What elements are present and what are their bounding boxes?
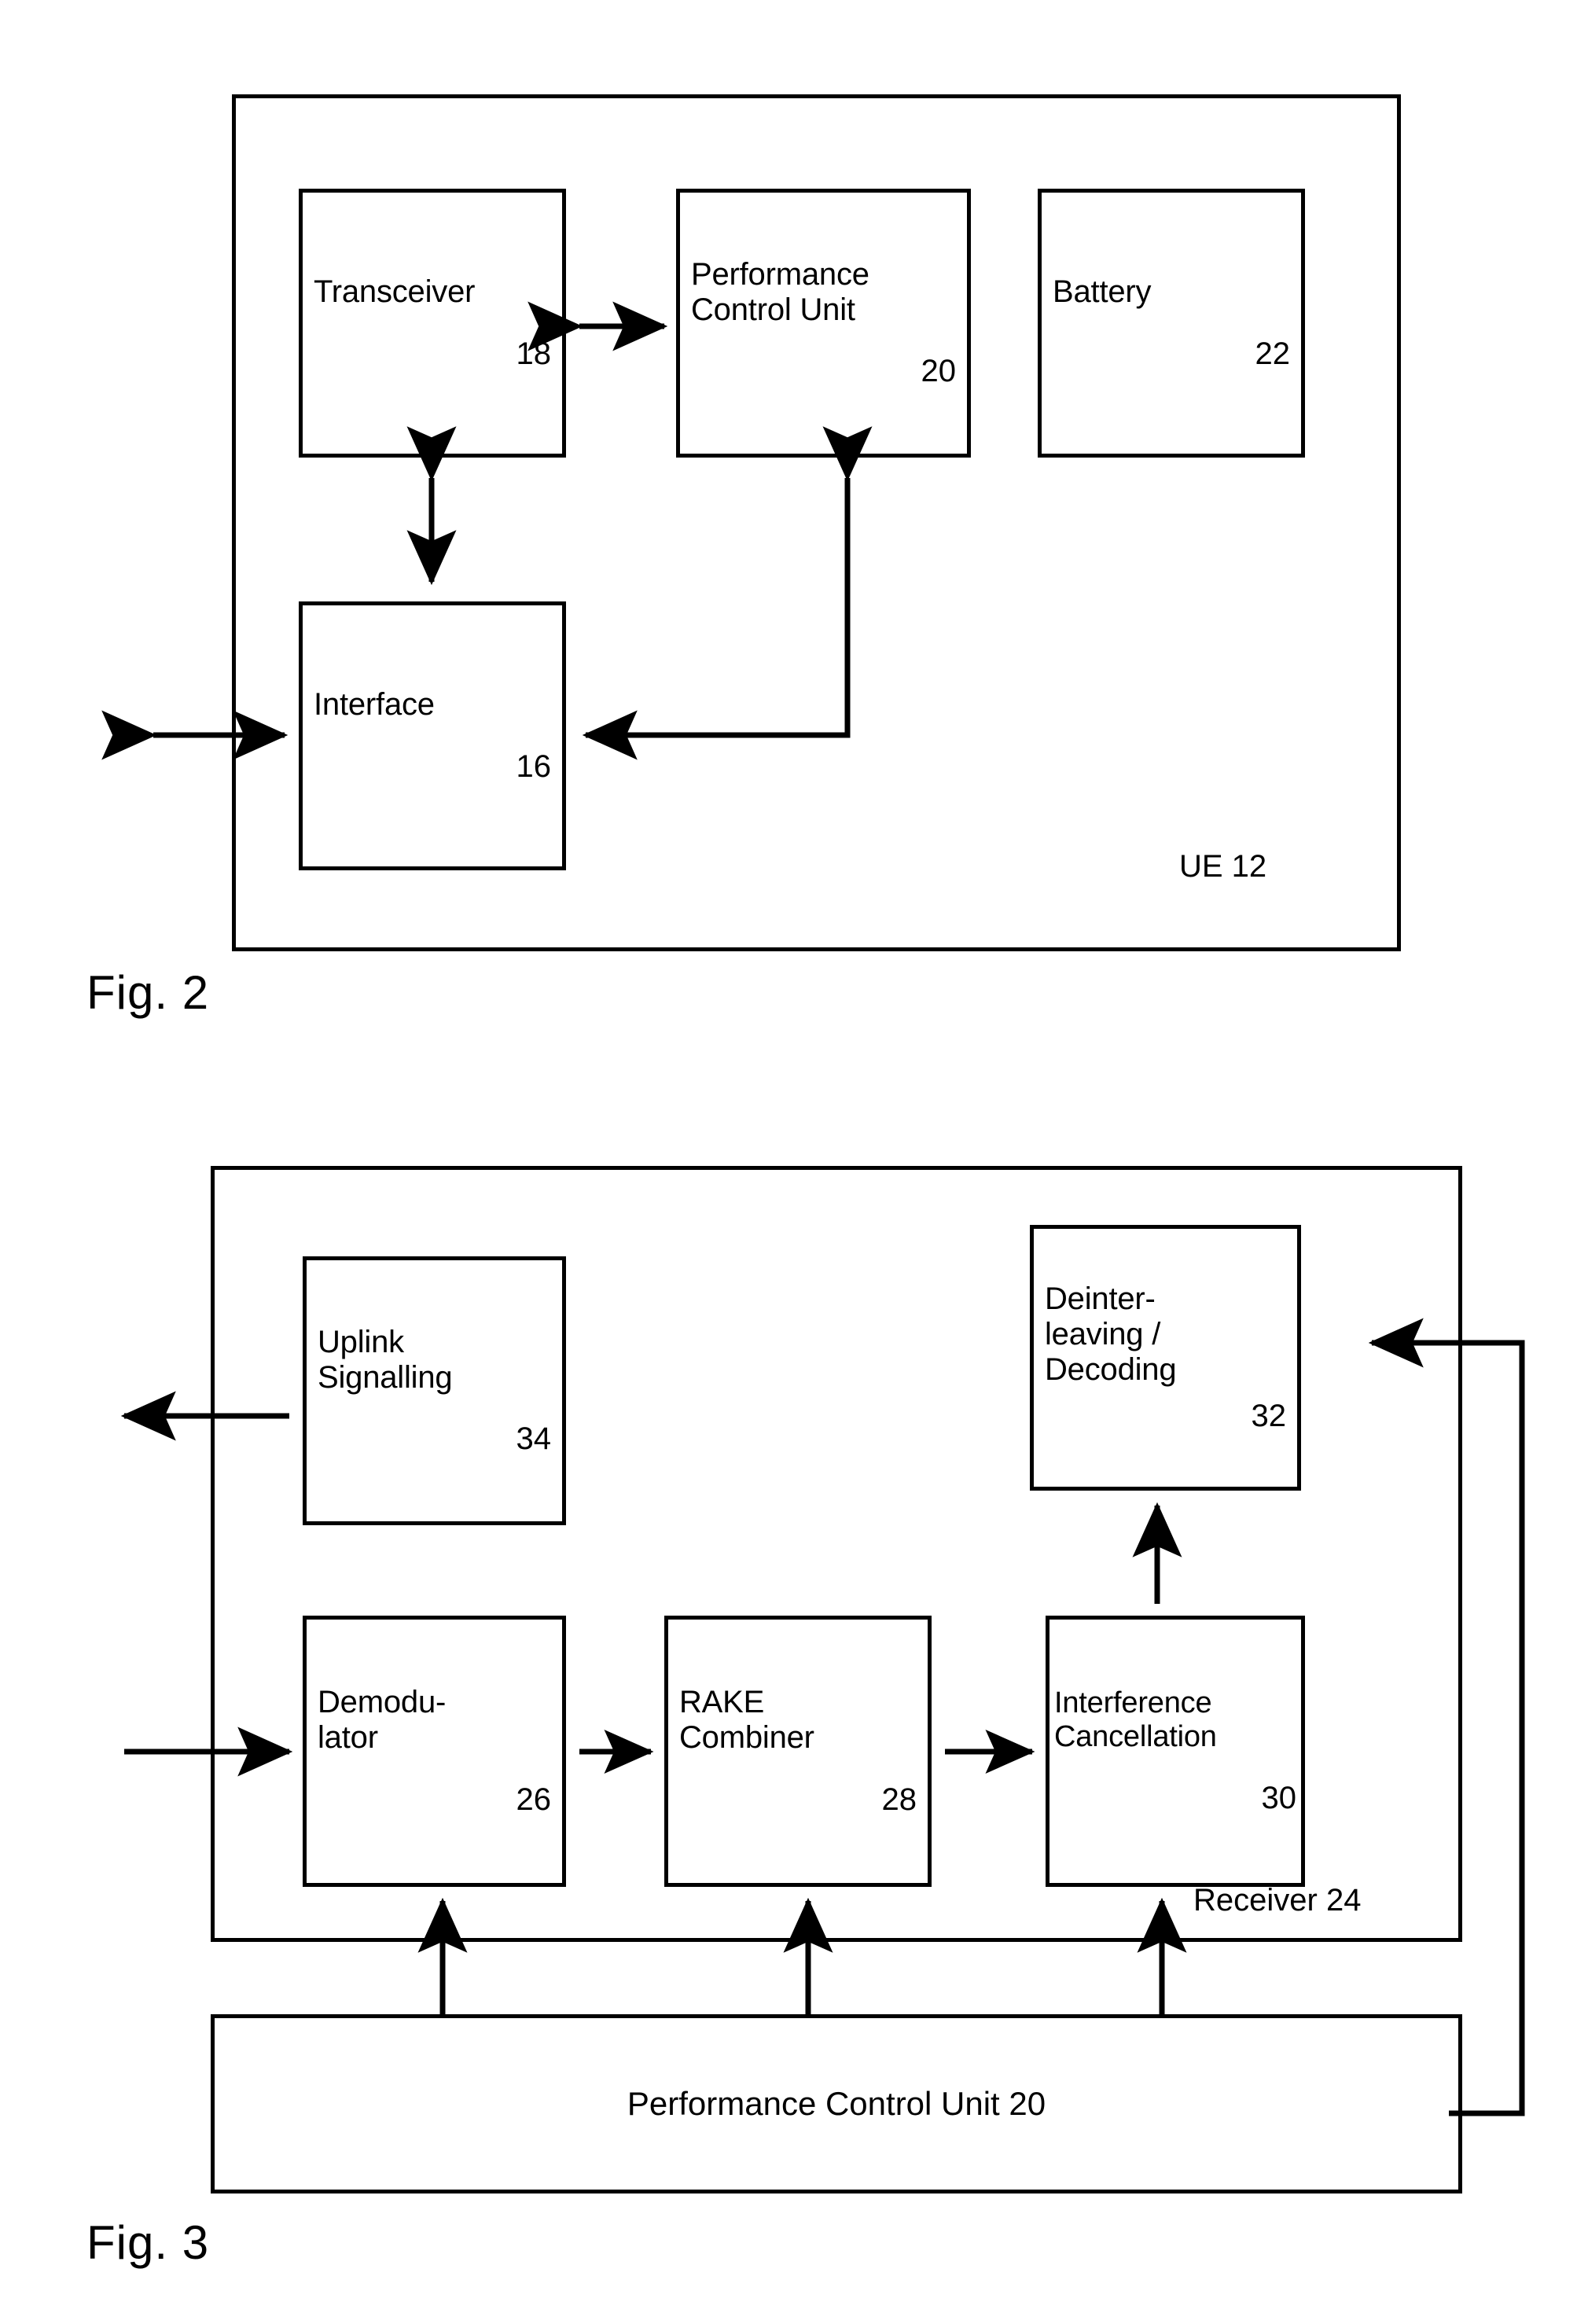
block-demodulator: Demodu- lator 26	[303, 1616, 566, 1887]
block-transceiver-inner: Transceiver 18	[314, 193, 551, 454]
block-deinterleaving-decoding-number: 32	[1251, 1398, 1287, 1433]
block-transceiver: Transceiver 18	[299, 189, 566, 458]
fig2-frame-tag-ue: UE 12	[1179, 849, 1267, 884]
block-transceiver-label: Transceiver	[314, 274, 476, 310]
block-rake-combiner-number: 28	[881, 1782, 917, 1817]
patent-drawing-sheet: UE 12 Transceiver 18 Performance Control…	[0, 0, 1588, 2324]
block-uplink-signalling-inner: Uplink Signalling 34	[318, 1260, 551, 1521]
block-deinterleaving-decoding-label: Deinter- leaving / Decoding	[1045, 1282, 1177, 1387]
block-rake-combiner-label: RAKE Combiner	[679, 1685, 814, 1755]
block-deinterleaving-decoding: Deinter- leaving / Decoding 32	[1030, 1225, 1301, 1491]
block-battery-number: 22	[1255, 336, 1291, 371]
block-deinterleaving-decoding-inner: Deinter- leaving / Decoding 32	[1045, 1229, 1286, 1487]
block-interface-label: Interface	[314, 687, 435, 723]
block-interference-cancellation-label: Interference Cancellation	[1054, 1686, 1217, 1753]
block-rake-combiner-inner: RAKE Combiner 28	[679, 1620, 917, 1883]
fig3-frame-tag-receiver: Receiver 24	[1193, 1883, 1362, 1918]
block-battery-label: Battery	[1053, 274, 1152, 310]
block-interface: Interface 16	[299, 601, 566, 870]
block-demodulator-label: Demodu- lator	[318, 1685, 447, 1755]
block-transceiver-number: 18	[516, 336, 552, 371]
block-performance-control-unit-label: Performance Control Unit	[691, 256, 869, 327]
block-performance-control-unit-inner: Performance Control Unit 20	[691, 193, 956, 454]
block-demodulator-number: 26	[516, 1782, 552, 1817]
block-interference-cancellation: Interference Cancellation 30	[1046, 1616, 1305, 1887]
block-uplink-signalling-label: Uplink Signalling	[318, 1324, 453, 1395]
block-interface-number: 16	[516, 748, 552, 784]
block-battery-inner: Battery 22	[1053, 193, 1290, 454]
block-performance-control-unit: Performance Control Unit 20	[676, 189, 971, 458]
block-demodulator-inner: Demodu- lator 26	[318, 1620, 551, 1883]
block-battery: Battery 22	[1038, 189, 1305, 458]
fig2-caption: Fig. 2	[86, 966, 210, 1019]
block-uplink-signalling: Uplink Signalling 34	[303, 1256, 566, 1525]
block-uplink-signalling-number: 34	[516, 1421, 552, 1457]
block-performance-control-unit-bar: Performance Control Unit 20	[211, 2014, 1462, 2193]
block-interference-cancellation-number: 30	[1261, 1780, 1297, 1815]
block-interference-cancellation-inner: Interference Cancellation 30	[1054, 1620, 1296, 1883]
block-rake-combiner: RAKE Combiner 28	[664, 1616, 932, 1887]
block-performance-control-unit-number: 20	[921, 354, 957, 389]
block-interface-inner: Interface 16	[314, 605, 551, 866]
fig3-caption: Fig. 3	[86, 2216, 210, 2269]
block-performance-control-unit-bar-label: Performance Control Unit 20	[627, 2085, 1046, 2122]
